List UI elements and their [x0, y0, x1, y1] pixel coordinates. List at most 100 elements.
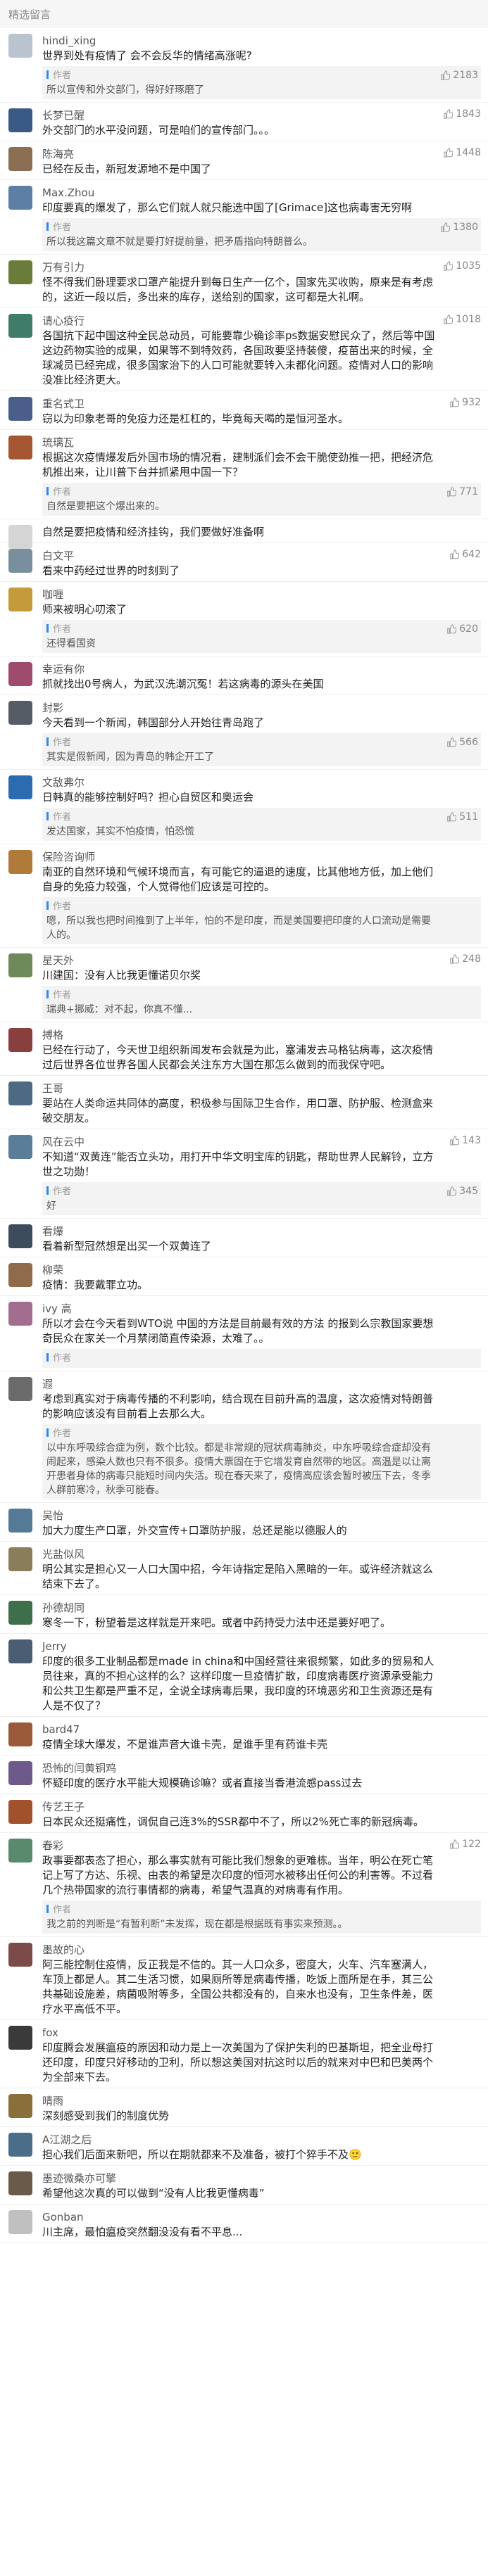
avatar[interactable]	[8, 436, 32, 459]
avatar[interactable]	[8, 1800, 32, 1824]
avatar[interactable]	[8, 1509, 32, 1533]
avatar[interactable]	[8, 1028, 32, 1052]
avatar[interactable]	[8, 1839, 32, 1863]
avatar[interactable]	[8, 186, 32, 210]
avatar[interactable]	[8, 549, 32, 573]
like-button[interactable]: 1035	[443, 260, 481, 272]
avatar[interactable]	[8, 953, 32, 977]
avatar[interactable]	[8, 850, 32, 874]
commenter-name[interactable]: Gonban	[42, 2210, 481, 2224]
commenter-name[interactable]: fox	[42, 2026, 481, 2040]
commenter-name[interactable]: 封影	[42, 701, 481, 715]
avatar[interactable]	[8, 260, 32, 284]
avatar[interactable]	[8, 1943, 32, 1967]
like-button[interactable]: 248	[449, 953, 481, 965]
avatar[interactable]	[8, 2210, 32, 2234]
thumbs-up-icon	[444, 148, 453, 158]
commenter-name[interactable]: 保险咨询师	[42, 850, 481, 864]
avatar[interactable]	[8, 662, 32, 686]
commenter-name[interactable]: 孙德胡同	[42, 1601, 481, 1615]
reply-like-button[interactable]: 566	[446, 735, 478, 749]
commenter-name[interactable]: 吴怡	[42, 1509, 481, 1523]
like-button[interactable]: 1018	[443, 314, 481, 325]
author-reply: 作者 其实是假新闻，因为青岛的韩企开工了 566	[42, 733, 481, 766]
commenter-name[interactable]: bard47	[42, 1722, 481, 1737]
commenter-name[interactable]: 幸运有你	[42, 662, 481, 676]
commenter-name[interactable]: 星天外	[42, 953, 481, 967]
reply-like-button[interactable]: 620	[446, 622, 478, 636]
commenter-name[interactable]: 柳荣	[42, 1263, 481, 1277]
commenter-name[interactable]: 遐	[42, 1377, 481, 1391]
commenter-name[interactable]: 墨迹微桑亦可擎	[42, 2171, 481, 2185]
avatar[interactable]	[8, 397, 32, 421]
reply-text: 瑞典+挪威：对不起，你真不懂...	[46, 1004, 193, 1015]
avatar[interactable]	[8, 1081, 32, 1105]
like-button[interactable]: 642	[449, 549, 481, 560]
commenter-name[interactable]: 晴雨	[42, 2094, 481, 2108]
avatar[interactable]	[8, 2171, 32, 2195]
commenter-name[interactable]: 请心疫行	[42, 314, 481, 328]
commenter-name[interactable]: 墨故的心	[42, 1943, 481, 1957]
commenter-name[interactable]: 长梦已醒	[42, 108, 481, 122]
commenter-name[interactable]: Jerry	[42, 1639, 481, 1654]
avatar[interactable]	[8, 1135, 32, 1159]
commenter-name[interactable]: 万有引力	[42, 260, 481, 274]
commenter-name[interactable]: Max.Zhou	[42, 186, 481, 200]
reply-like-button[interactable]: 1380	[440, 220, 478, 234]
like-count: 1448	[456, 147, 481, 158]
avatar[interactable]	[8, 2133, 32, 2157]
avatar[interactable]	[8, 34, 32, 58]
avatar[interactable]	[8, 1302, 32, 1326]
author-label: 作者	[53, 487, 72, 497]
like-button[interactable]: 1448	[443, 147, 481, 158]
reply-like-button[interactable]: 511	[446, 810, 478, 824]
commenter-name[interactable]: hindi_xing	[42, 34, 481, 48]
avatar[interactable]	[8, 1547, 32, 1571]
reply-like-button[interactable]: 771	[446, 485, 478, 499]
comment-item: 搏格 已经在行动了，今天世卫组织新闻发布会就是为此，塞浦发去马格钻病毒，这次疫情…	[0, 1022, 488, 1076]
commenter-name[interactable]: 春彩	[42, 1839, 481, 1853]
commenter-name[interactable]: 光盐似风	[42, 1547, 481, 1561]
commenter-name[interactable]: 白文平	[42, 549, 481, 563]
avatar[interactable]	[8, 1761, 32, 1785]
avatar[interactable]	[8, 2094, 32, 2118]
like-button[interactable]: 932	[449, 397, 481, 408]
avatar[interactable]	[8, 1601, 32, 1625]
comment-item: bard47 疫情全球大爆发，不是谁声音大谁卡壳，是谁手里有药谁卡壳	[0, 1717, 488, 1756]
like-button[interactable]: 1843	[443, 108, 481, 120]
avatar[interactable]	[8, 1639, 32, 1663]
comment-text: 不知道“双黄连”能否立头功，用打开中华文明宝库的钥匙，帮助世界人民解铃，立方世之…	[42, 1150, 434, 1178]
avatar[interactable]	[8, 1224, 32, 1248]
commenter-name[interactable]: 陈海亮	[42, 147, 481, 161]
avatar[interactable]	[8, 775, 32, 799]
commenter-name[interactable]: 风在云中	[42, 1135, 481, 1149]
avatar[interactable]	[8, 1377, 32, 1401]
commenter-name[interactable]: 王哥	[42, 1081, 481, 1096]
author-reply: 作者 还得看国资 620	[42, 620, 481, 653]
commenter-name[interactable]: 咖喱	[42, 588, 481, 602]
like-button[interactable]: 122	[449, 1839, 481, 1850]
commenter-name[interactable]: 搏格	[42, 1028, 481, 1042]
reply-like-button[interactable]: 2183	[440, 68, 478, 82]
avatar[interactable]	[8, 588, 32, 611]
commenter-name[interactable]: ivy 高	[42, 1302, 481, 1316]
commenter-name[interactable]: 重名式卫	[42, 397, 481, 411]
commenter-name[interactable]: A江湖之后	[42, 2133, 481, 2147]
avatar[interactable]	[8, 108, 32, 132]
commenter-name[interactable]: 文敌弗尔	[42, 775, 481, 789]
avatar[interactable]	[8, 701, 32, 725]
avatar[interactable]	[8, 2026, 32, 2050]
thumbs-up-icon	[447, 812, 457, 822]
like-button[interactable]: 143	[449, 1135, 481, 1146]
comment-text: 师来被明心叨滚了	[42, 603, 127, 616]
avatar[interactable]	[8, 1263, 32, 1287]
avatar[interactable]	[8, 147, 32, 171]
reply-like-button[interactable]: 345	[446, 1184, 478, 1198]
commenter-name[interactable]: 琉璃瓦	[42, 436, 481, 450]
commenter-name[interactable]: 恐怖的闫黄铜鸡	[42, 1761, 481, 1775]
avatar[interactable]	[8, 1722, 32, 1746]
commenter-name[interactable]: 传艺王子	[42, 1800, 481, 1814]
avatar[interactable]	[8, 314, 32, 338]
comment-item: 恐怖的闫黄铜鸡 怀疑印度的医疗水平能大规模确诊嘛？或者直接当香港流感pass过去	[0, 1756, 488, 1794]
commenter-name[interactable]: 看爆	[42, 1224, 481, 1238]
